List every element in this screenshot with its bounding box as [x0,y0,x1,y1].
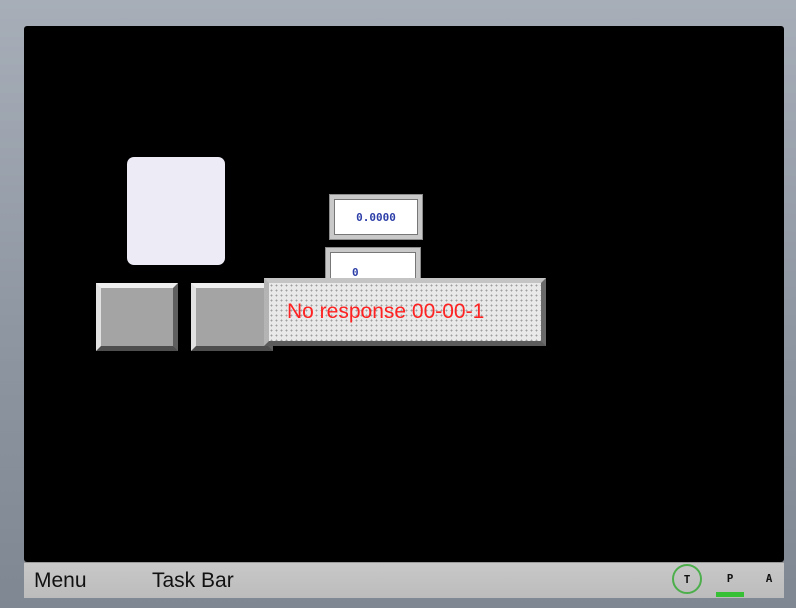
status-indicator-p-bar [716,592,744,597]
alert-message: No response 00-00-1 [287,300,485,323]
numeric-display-decimal[interactable]: 0.0000 [329,194,423,240]
status-indicator-t[interactable]: T [672,564,702,594]
task-bar-label: Task Bar [152,569,234,592]
status-indicator-p[interactable]: P [715,564,745,592]
task-bar: Menu Task Bar T P A [24,562,784,598]
push-button-2[interactable] [191,283,273,351]
numeric-display-decimal-value: 0.0000 [356,211,396,224]
push-button-1[interactable] [96,283,178,351]
status-indicator-a[interactable]: A [759,564,779,592]
status-indicator-t-label: T [683,572,691,586]
communication-error-alert: No response 00-00-1 [264,278,546,346]
status-indicator-a-label: A [765,571,773,585]
lamp-panel [127,157,225,265]
menu-button[interactable]: Menu [34,569,87,593]
status-indicator-p-label: P [726,571,734,585]
